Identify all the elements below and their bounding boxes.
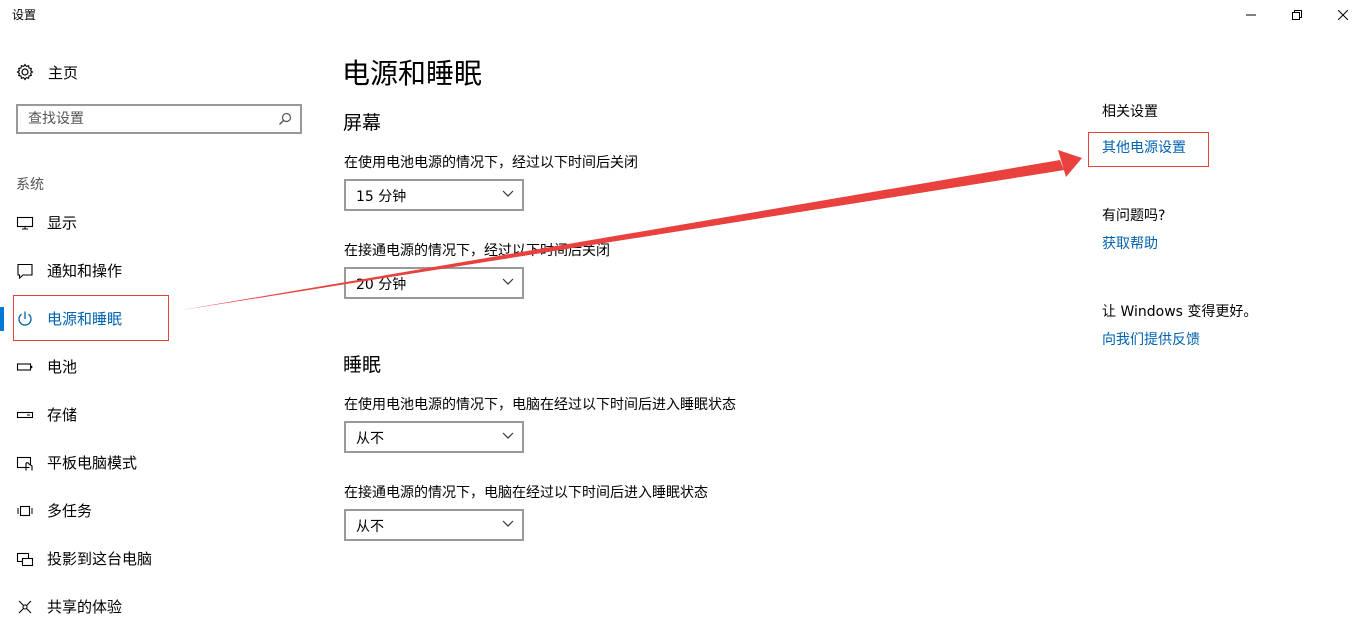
annotation-arrow	[182, 150, 1082, 310]
